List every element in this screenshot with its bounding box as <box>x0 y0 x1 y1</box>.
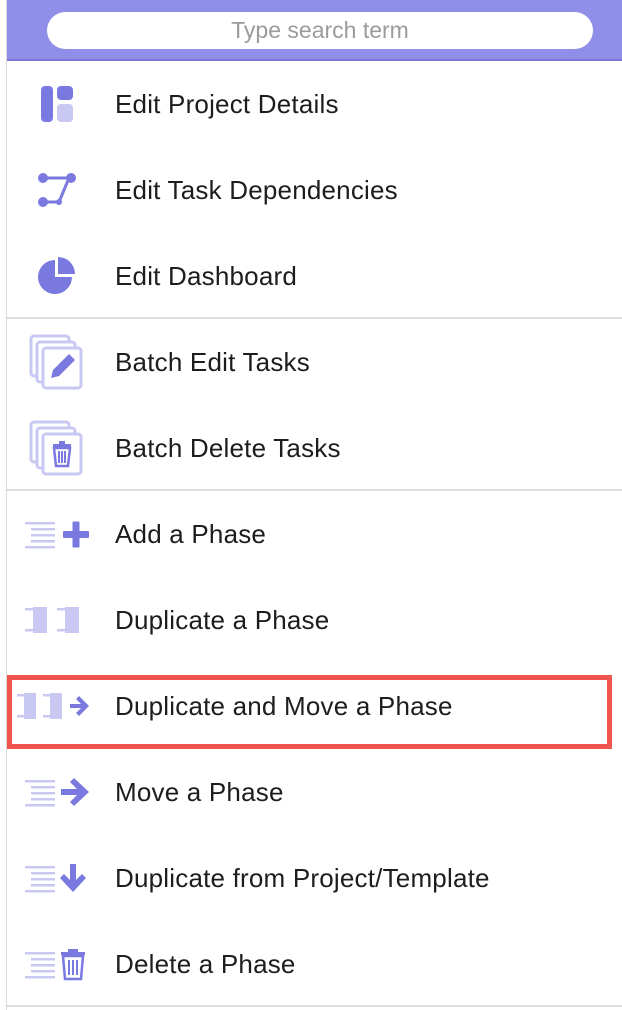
menu-item-label: Duplicate from Project/Template <box>115 863 490 893</box>
search-bar <box>7 0 622 61</box>
move-phase-icon <box>21 767 93 817</box>
batch-delete-icon <box>21 420 93 476</box>
menu-item-label: Edit Dashboard <box>115 261 298 291</box>
search-input[interactable] <box>47 12 593 49</box>
add-phase-icon <box>21 509 93 559</box>
menu-item-label: Batch Delete Tasks <box>115 433 341 463</box>
batch-edit-icon <box>21 334 93 390</box>
menu-item-add-phase[interactable]: Add a Phase <box>7 491 622 577</box>
menu-item-label: Add a Phase <box>115 519 267 549</box>
project-details-icon <box>21 79 93 129</box>
delete-phase-icon <box>21 939 93 989</box>
menu-item-edit-task-dependencies[interactable]: Edit Task Dependencies <box>7 147 622 233</box>
menu-item-edit-dashboard[interactable]: Edit Dashboard <box>7 233 622 319</box>
menu-item-edit-project-details[interactable]: Edit Project Details <box>7 61 622 147</box>
menu-item-duplicate-and-move-phase[interactable]: Duplicate and Move a Phase <box>7 663 622 749</box>
menu-item-delete-phase[interactable]: Delete a Phase <box>7 921 622 1007</box>
pie-chart-icon <box>21 251 93 301</box>
menu-item-duplicate-phase[interactable]: Duplicate a Phase <box>7 577 622 663</box>
menu-item-label: Move a Phase <box>115 777 284 807</box>
menu-item-batch-edit-tasks[interactable]: Batch Edit Tasks <box>7 319 622 405</box>
duplicate-phase-icon <box>21 595 93 645</box>
duplicate-from-template-icon <box>21 853 93 903</box>
menu-item-label: Batch Edit Tasks <box>115 347 310 377</box>
menu-item-label: Edit Task Dependencies <box>115 175 398 205</box>
menu-item-batch-delete-tasks[interactable]: Batch Delete Tasks <box>7 405 622 491</box>
actions-menu: Edit Project Details Edit Task Dependenc… <box>6 0 622 1010</box>
menu-item-move-phase[interactable]: Move a Phase <box>7 749 622 835</box>
menu-divider <box>7 1005 622 1007</box>
task-dependencies-icon <box>21 165 93 215</box>
duplicate-move-phase-icon <box>17 681 89 731</box>
menu-item-label: Delete a Phase <box>115 949 296 979</box>
menu-item-label: Edit Project Details <box>115 89 339 119</box>
menu-item-label: Duplicate a Phase <box>115 605 330 635</box>
menu-item-duplicate-from-template[interactable]: Duplicate from Project/Template <box>7 835 622 921</box>
menu-item-label: Duplicate and Move a Phase <box>115 691 453 721</box>
